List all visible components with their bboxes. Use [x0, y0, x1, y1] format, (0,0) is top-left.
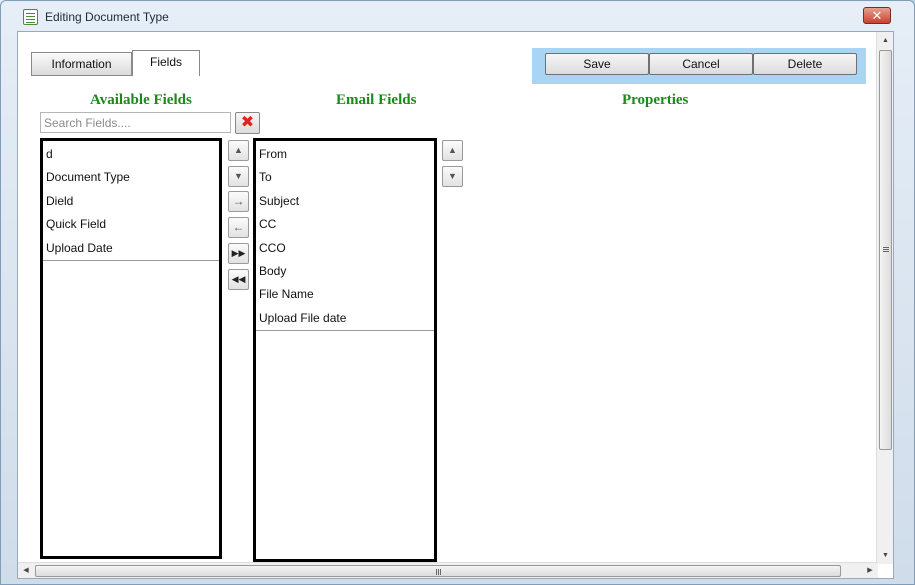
email-move-up-button[interactable]: ▲	[442, 140, 463, 161]
move-right-button[interactable]: →	[228, 191, 249, 212]
window-title: Editing Document Type	[45, 10, 169, 24]
scroll-down-icon[interactable]: ▼	[877, 547, 894, 564]
document-icon	[23, 9, 38, 25]
arrow-down-icon: ▼	[234, 171, 243, 181]
list-item[interactable]: Body	[256, 260, 434, 283]
available-fields-list[interactable]: d Document Type Dield Quick Field Upload Dat…	[40, 138, 222, 559]
arrow-down-icon: ▼	[448, 171, 457, 181]
move-all-right-button[interactable]: ▶▶	[228, 243, 249, 264]
email-fields-heading: Email Fields	[336, 92, 417, 108]
properties-heading: Properties	[622, 92, 689, 108]
list-item[interactable]: CC	[256, 213, 434, 236]
arrow-right-icon: →	[232, 194, 245, 208]
dialog-window: Editing Document Type ✕ Information Fiel…	[0, 0, 915, 585]
arrow-up-icon: ▲	[234, 145, 243, 155]
dialog-content: Information Fields Save Cancel Delete Av…	[17, 31, 894, 579]
vertical-scrollbar[interactable]: ▲ ▼	[876, 32, 893, 564]
search-fields-input[interactable]	[40, 112, 231, 133]
arrow-up-icon: ▲	[448, 145, 457, 155]
delete-button[interactable]: Delete	[753, 53, 857, 75]
double-arrow-left-icon: ◀◀	[231, 274, 246, 284]
save-button[interactable]: Save	[545, 53, 649, 75]
list-item[interactable]: Upload File date	[256, 307, 434, 330]
move-left-button[interactable]: ←	[228, 217, 249, 238]
scroll-right-icon[interactable]: ▶	[862, 563, 878, 579]
cancel-button[interactable]: Cancel	[649, 53, 753, 75]
move-down-button[interactable]: ▼	[228, 166, 249, 187]
tab-information[interactable]: Information	[31, 52, 132, 76]
scroll-up-icon[interactable]: ▲	[877, 32, 894, 49]
available-fields-heading: Available Fields	[90, 92, 192, 108]
list-item[interactable]: Quick Field	[43, 213, 219, 236]
list-item[interactable]: From	[256, 143, 434, 166]
title-bar[interactable]: Editing Document Type ✕	[15, 1, 914, 31]
horizontal-scroll-thumb[interactable]	[35, 565, 841, 577]
move-all-left-button[interactable]: ◀◀	[228, 269, 249, 290]
list-item[interactable]: Document Type	[43, 166, 219, 189]
move-up-button[interactable]: ▲	[228, 140, 249, 161]
list-item[interactable]: To	[256, 166, 434, 189]
clear-icon: ✖	[240, 114, 255, 131]
email-move-down-button[interactable]: ▼	[442, 166, 463, 187]
list-item[interactable]: CCO	[256, 237, 434, 260]
email-fields-list[interactable]: From To Subject CC CCO Body File Name Upload Fi…	[253, 138, 437, 562]
list-item[interactable]: Dield	[43, 190, 219, 213]
list-item[interactable]: Upload Date	[43, 237, 219, 260]
clear-search-button[interactable]: ✖	[235, 112, 260, 134]
vertical-scroll-thumb[interactable]	[879, 50, 892, 450]
list-item[interactable]: File Name	[256, 283, 434, 306]
horizontal-scrollbar[interactable]: ◀ ▶	[18, 562, 878, 578]
action-toolbar: Save Cancel Delete	[532, 48, 866, 84]
tab-fields[interactable]: Fields	[132, 50, 200, 76]
scroll-left-icon[interactable]: ◀	[18, 563, 34, 579]
arrow-left-icon: ←	[232, 220, 245, 234]
list-item[interactable]: d	[43, 143, 219, 166]
double-arrow-right-icon: ▶▶	[231, 248, 246, 258]
list-item[interactable]: Subject	[256, 190, 434, 213]
close-button[interactable]: ✕	[863, 7, 891, 24]
